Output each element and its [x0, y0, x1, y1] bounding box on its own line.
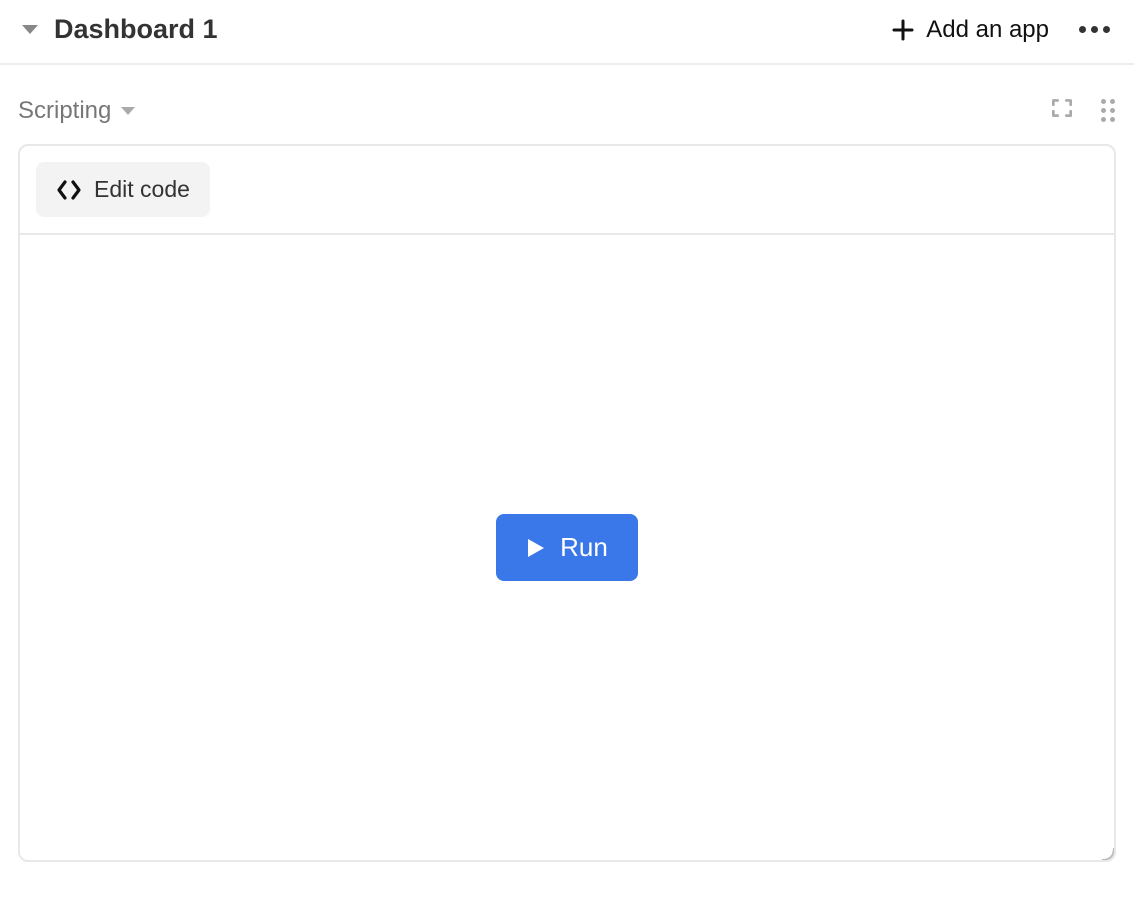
scripting-panel: Edit code Run	[18, 144, 1116, 862]
header-left: Dashboard 1	[22, 14, 218, 45]
caret-down-icon	[121, 107, 135, 115]
panel-subheader: Scripting	[0, 65, 1134, 144]
plus-icon	[892, 19, 914, 41]
dashboard-title[interactable]: Dashboard 1	[54, 14, 218, 45]
expand-icon[interactable]	[1049, 95, 1075, 126]
scripting-label-text: Scripting	[18, 97, 111, 125]
dot-icon	[1103, 26, 1110, 33]
more-menu-button[interactable]	[1077, 20, 1112, 39]
dot-icon	[1079, 26, 1086, 33]
run-button[interactable]: Run	[496, 514, 638, 581]
drag-handle-icon[interactable]	[1101, 99, 1116, 123]
resize-handle[interactable]	[1096, 842, 1114, 860]
panel-body: Run	[20, 235, 1114, 860]
subheader-right	[1049, 95, 1116, 126]
run-label: Run	[560, 532, 608, 563]
scripting-dropdown[interactable]: Scripting	[18, 97, 135, 125]
add-app-label: Add an app	[926, 16, 1049, 44]
panel-toolbar: Edit code	[20, 146, 1114, 235]
edit-code-button[interactable]: Edit code	[36, 162, 210, 217]
play-icon	[526, 537, 546, 559]
edit-code-label: Edit code	[94, 176, 190, 203]
header-right: Add an app	[892, 16, 1112, 44]
dashboard-header: Dashboard 1 Add an app	[0, 0, 1134, 65]
code-icon	[56, 179, 82, 201]
collapse-toggle-icon[interactable]	[22, 25, 38, 34]
dot-icon	[1091, 26, 1098, 33]
add-app-button[interactable]: Add an app	[892, 16, 1049, 44]
